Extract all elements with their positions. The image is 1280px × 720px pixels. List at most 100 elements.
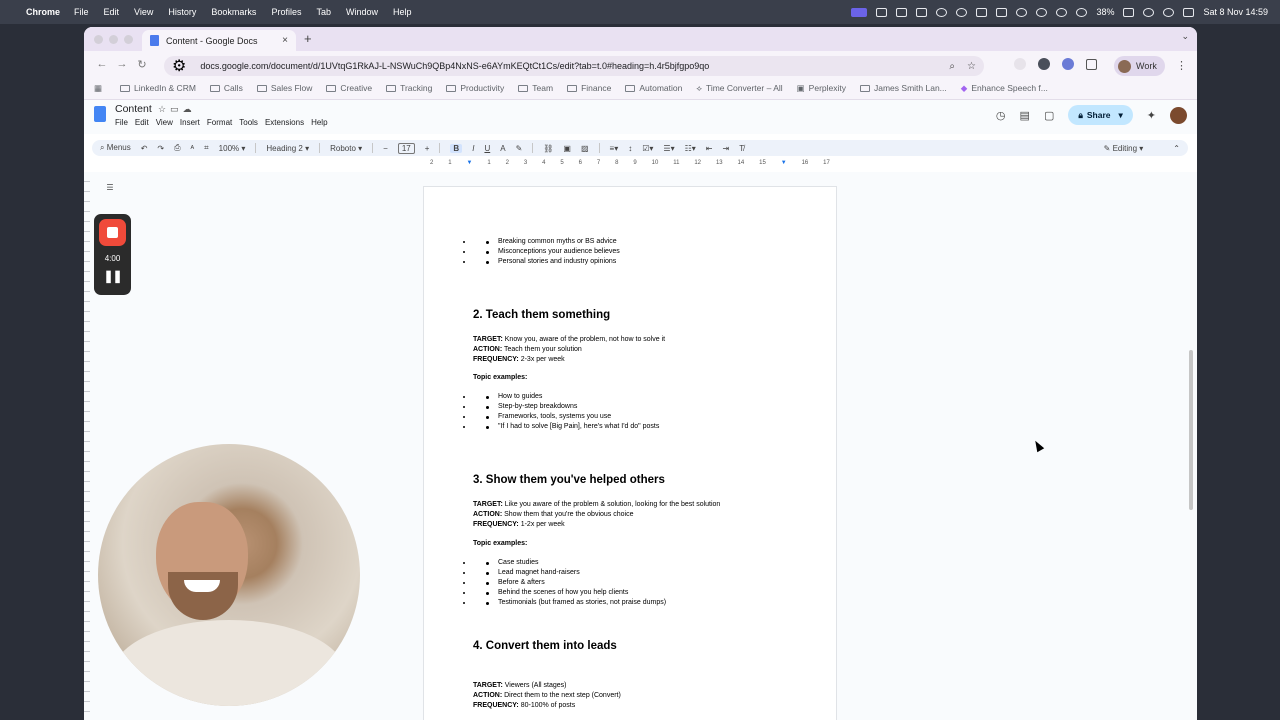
bookmark-folder[interactable]: Finance: [567, 83, 611, 93]
menu-help[interactable]: Help: [393, 7, 412, 17]
zoom-window-button[interactable]: [124, 35, 133, 44]
bookmark-link[interactable]: ▣ Perplexity: [797, 83, 846, 94]
decrease-indent-icon[interactable]: ⇤: [706, 144, 713, 153]
status-app-icon[interactable]: [916, 7, 928, 17]
topic-examples-label[interactable]: Topic examples:: [473, 374, 527, 381]
gemini-icon[interactable]: ✦: [1147, 109, 1156, 122]
insert-image-icon[interactable]: ▨: [581, 144, 589, 153]
list-item[interactable]: Behind the scenes of how you help client…: [473, 588, 666, 598]
notion-icon[interactable]: [996, 7, 1008, 17]
close-tab-icon[interactable]: ×: [282, 35, 288, 46]
bookmark-folder[interactable]: Sales Flow: [256, 83, 312, 93]
docs-menu-view[interactable]: View: [156, 118, 173, 127]
docs-menu-help[interactable]: Help: [311, 118, 327, 127]
editing-mode-select[interactable]: ✎ Editing ▾: [1104, 144, 1144, 153]
meet-icon[interactable]: ▢: [1044, 109, 1054, 122]
list-item[interactable]: Frameworks, tools, systems you use: [473, 412, 659, 422]
history-icon[interactable]: ◷: [996, 109, 1006, 122]
docs-menu-file[interactable]: File: [115, 118, 128, 127]
tab-search-icon[interactable]: ⌄: [1181, 31, 1189, 42]
docs-menu-tools[interactable]: Tools: [239, 118, 258, 127]
profile-button[interactable]: Work: [1114, 56, 1165, 76]
increase-indent-icon[interactable]: ⇥: [723, 144, 730, 153]
stop-recording-button[interactable]: [99, 219, 126, 246]
heading-social-proof[interactable]: 3. Show them you've helped others: [473, 474, 665, 486]
forward-icon[interactable]: →: [112, 58, 132, 70]
list-item[interactable]: "If I had to solve [Big Pain], here's wh…: [473, 422, 659, 432]
status-app-icon[interactable]: [1056, 7, 1068, 17]
action-line[interactable]: ACTION: Direct them to the next step (Co…: [473, 691, 621, 701]
webcam-bubble[interactable]: [98, 444, 360, 706]
bookmark-folder[interactable]: Tracking: [386, 83, 432, 93]
document-title[interactable]: Content: [115, 103, 152, 115]
docs-menu-edit[interactable]: Edit: [135, 118, 149, 127]
checklist-icon[interactable]: ☑▾: [642, 144, 653, 153]
chevron-down-icon[interactable]: ▾: [1119, 110, 1123, 121]
zoom-icon[interactable]: ⌕: [949, 61, 955, 72]
menu-tab[interactable]: Tab: [316, 7, 331, 17]
extension-icon[interactable]: [1014, 58, 1026, 70]
line-spacing-icon[interactable]: ↕: [628, 144, 632, 153]
list-item[interactable]: Step-by-step breakdowns: [473, 402, 659, 412]
document-outline-icon[interactable]: ☰: [103, 181, 117, 195]
zoom-select[interactable]: 100% ▾: [219, 144, 246, 153]
menu-window[interactable]: Window: [346, 7, 378, 17]
vertical-scrollbar[interactable]: [1189, 350, 1193, 510]
underline-icon[interactable]: U: [484, 144, 490, 153]
bold-icon[interactable]: B: [450, 143, 463, 153]
browser-menu-icon[interactable]: ⋮: [1176, 59, 1187, 72]
menu-view[interactable]: View: [134, 7, 153, 17]
list-item[interactable]: Personal stories and industry opinions: [473, 257, 620, 267]
numbered-list-icon[interactable]: ☷▾: [685, 144, 696, 153]
clock[interactable]: Sat 8 Nov 14:59: [1203, 7, 1268, 17]
screen-record-icon[interactable]: [851, 7, 868, 17]
docs-menu-insert[interactable]: Insert: [180, 118, 200, 127]
link-icon[interactable]: ⛓: [543, 144, 553, 153]
frequency-line[interactable]: FREQUENCY: 1-2x per week: [473, 520, 720, 530]
bookmark-folder[interactable]: Calls: [209, 83, 243, 93]
star-icon[interactable]: ☆: [158, 104, 170, 114]
decrease-font-size-icon[interactable]: −: [383, 144, 388, 153]
action-line[interactable]: ACTION: Teach them your solution: [473, 345, 665, 355]
moon-icon[interactable]: [1036, 7, 1048, 17]
search-icon[interactable]: [1163, 7, 1175, 17]
status-app-icon[interactable]: [976, 7, 988, 17]
docs-menu-extensions[interactable]: Extensions: [265, 118, 304, 127]
list-item[interactable]: Lead magnet hand-raisers: [473, 568, 666, 578]
bulleted-list-icon[interactable]: ☰▾: [663, 144, 674, 153]
pause-icon[interactable]: ❚❚: [94, 269, 131, 283]
heading-convert[interactable]: 4. Convert them into leads: [473, 640, 617, 652]
list-item[interactable]: Case studies: [473, 558, 666, 568]
tab-google-docs[interactable]: Content - Google Docs ×: [142, 30, 296, 51]
status-app-icon[interactable]: [896, 7, 908, 17]
bookmark-folder[interactable]: Team: [518, 83, 553, 93]
spellcheck-icon[interactable]: ᴬ: [191, 144, 195, 153]
list-item[interactable]: How to guides: [473, 392, 659, 402]
url-text[interactable]: docs.google.com/document/d/1UVtqG1RkAJ-L…: [200, 61, 709, 71]
app-menu[interactable]: Chrome: [26, 7, 60, 17]
menu-bookmarks[interactable]: Bookmarks: [211, 7, 256, 17]
status-app-icon[interactable]: [876, 7, 888, 17]
extension-icon[interactable]: [1038, 58, 1050, 70]
menu-file[interactable]: File: [74, 7, 89, 17]
list-item[interactable]: Misconceptions your audience believes: [473, 247, 620, 257]
collapse-toolbar-icon[interactable]: ⌃: [1173, 144, 1180, 153]
new-tab-icon[interactable]: +: [304, 31, 312, 46]
frequency-line[interactable]: FREQUENCY: 80-100% of posts: [473, 701, 621, 711]
bookmark-folder[interactable]: Productivity: [446, 83, 504, 93]
horizontal-ruler[interactable]: 2 1 ▼ 1 2 3 4 5 6 7 8 9 10 11 12 13 14 1…: [424, 160, 836, 170]
list-item[interactable]: Before & afters: [473, 578, 666, 588]
font-size-input[interactable]: 17: [397, 142, 415, 154]
menu-history[interactable]: History: [168, 7, 196, 17]
close-window-button[interactable]: [94, 35, 103, 44]
bookmark-folder[interactable]: James Smith Lan...: [860, 83, 947, 93]
list-item[interactable]: Testimonials (but framed as stories, not…: [473, 598, 666, 608]
bookmark-star-icon[interactable]: ☆: [967, 61, 976, 72]
comments-icon[interactable]: ▤: [1020, 109, 1030, 122]
clear-formatting-icon[interactable]: T̸: [739, 144, 744, 153]
google-docs-logo-icon[interactable]: [94, 106, 106, 122]
style-select[interactable]: Heading 2 ▾: [266, 144, 309, 153]
target-line[interactable]: TARGET: Know you, aware of the problem, …: [473, 335, 665, 345]
indent-marker-icon[interactable]: ▼: [781, 160, 787, 170]
play-icon[interactable]: [1076, 7, 1088, 17]
